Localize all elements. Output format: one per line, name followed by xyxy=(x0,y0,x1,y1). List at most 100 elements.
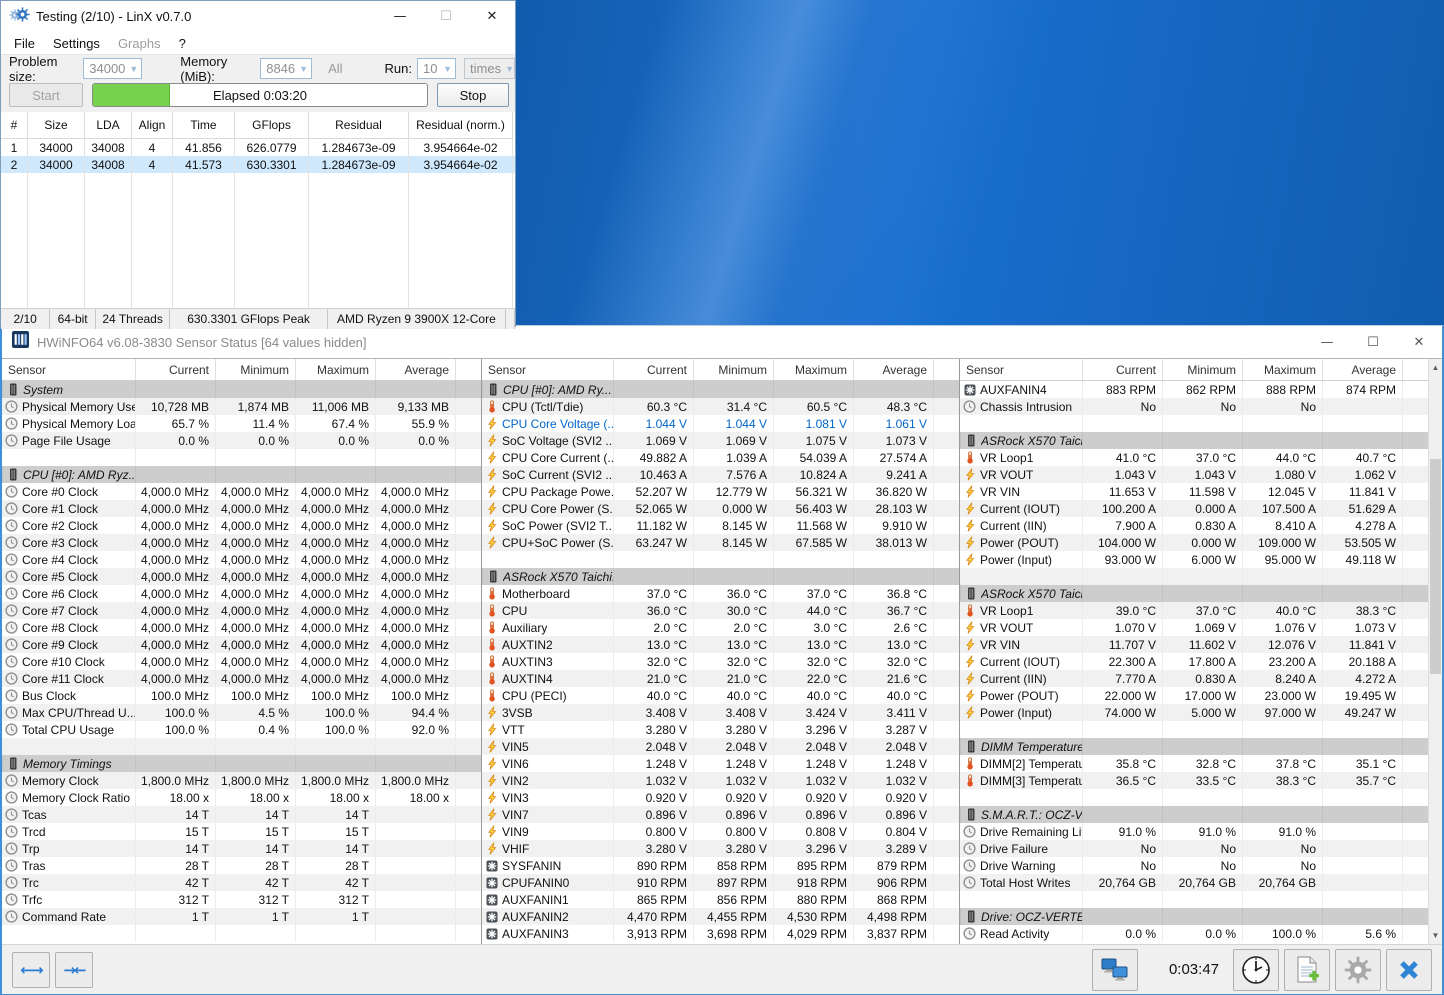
sensor-section-row[interactable]: ASRock X570 Taichi... xyxy=(482,568,959,585)
sensor-row[interactable]: Core #7 Clock4,000.0 MHz4,000.0 MHz4,000… xyxy=(2,602,481,619)
sensor-row[interactable]: Core #8 Clock4,000.0 MHz4,000.0 MHz4,000… xyxy=(2,619,481,636)
column-header-sensor[interactable]: Sensor xyxy=(960,359,1082,380)
sensor-row[interactable]: Max CPU/Thread U...100.0 %4.5 %100.0 %94… xyxy=(2,704,481,721)
sensor-row[interactable]: CPU Core Current (...49.882 A1.039 A54.0… xyxy=(482,449,959,466)
sensor-row[interactable]: Core #5 Clock4,000.0 MHz4,000.0 MHz4,000… xyxy=(2,568,481,585)
close-sensors-button[interactable] xyxy=(1386,949,1432,991)
close-button[interactable]: ✕ xyxy=(469,1,515,32)
sensor-row[interactable]: Trc42 T42 T42 T xyxy=(2,874,481,891)
sensor-row[interactable]: Trfc312 T312 T312 T xyxy=(2,891,481,908)
sensor-row[interactable]: VR VOUT1.070 V1.069 V1.076 V1.073 V xyxy=(960,619,1428,636)
clock-button[interactable] xyxy=(1233,949,1279,991)
minimize-button[interactable]: — xyxy=(377,1,423,32)
sensor-row[interactable]: VIN21.032 V1.032 V1.032 V1.032 V xyxy=(482,772,959,789)
sensor-row[interactable]: Core #1 Clock4,000.0 MHz4,000.0 MHz4,000… xyxy=(2,500,481,517)
column-header[interactable]: Align xyxy=(132,112,173,139)
column-header[interactable]: GFlops xyxy=(235,112,309,139)
column-header[interactable]: # xyxy=(1,112,28,139)
sensor-row[interactable]: Total CPU Usage100.0 %0.4 %100.0 %92.0 % xyxy=(2,721,481,738)
column-header[interactable]: Residual xyxy=(309,112,409,139)
sensor-row[interactable]: AUXFANIN24,470 RPM4,455 RPM4,530 RPM4,49… xyxy=(482,908,959,925)
sensor-row[interactable]: CPU Core Voltage (...1.044 V1.044 V1.081… xyxy=(482,415,959,432)
sensor-row[interactable]: Trcd15 T15 T15 T xyxy=(2,823,481,840)
sensor-section-row[interactable]: Memory Timings xyxy=(2,755,481,772)
sensor-row[interactable]: Total Host Writes20,764 GB20,764 GB20,76… xyxy=(960,874,1428,891)
sensor-row[interactable]: CPU+SoC Power (S...63.247 W8.145 W67.585… xyxy=(482,534,959,551)
table-row[interactable]: 13400034008441.856626.07791.284673e-093.… xyxy=(1,139,515,156)
sensor-row[interactable]: Command Rate1 T1 T1 T xyxy=(2,908,481,925)
sensor-row[interactable]: VR VIN11.707 V11.602 V12.076 V11.841 V xyxy=(960,636,1428,653)
sensor-row[interactable]: Power (Input)74.000 W5.000 W97.000 W49.2… xyxy=(960,704,1428,721)
menu-item-graphs[interactable]: Graphs xyxy=(109,36,170,51)
settings-gear-button[interactable] xyxy=(1335,949,1381,991)
sensor-section-row[interactable]: System xyxy=(2,381,481,398)
sensor-row[interactable]: Chassis IntrusionNoNoNo xyxy=(960,398,1428,415)
linx-titlebar[interactable]: Testing (2/10) - LinX v0.7.0 — ☐ ✕ xyxy=(1,1,515,32)
stop-button[interactable]: Stop xyxy=(437,83,509,107)
sensor-row[interactable]: Core #2 Clock4,000.0 MHz4,000.0 MHz4,000… xyxy=(2,517,481,534)
column-header[interactable]: Time xyxy=(173,112,235,139)
column-header-sensor[interactable]: Sensor xyxy=(482,359,613,380)
column-header[interactable]: Size xyxy=(28,112,85,139)
column-header-current[interactable]: Current xyxy=(1082,359,1162,380)
scroll-up-arrow-icon[interactable]: ▲ xyxy=(1429,359,1442,376)
sensor-row[interactable]: Power (POUT)104.000 W0.000 W109.000 W53.… xyxy=(960,534,1428,551)
sensor-section-row[interactable]: CPU [#0]: AMD Ry... xyxy=(482,381,959,398)
sensor-row[interactable]: Power (POUT)22.000 W17.000 W23.000 W19.4… xyxy=(960,687,1428,704)
sensor-row[interactable]: Memory Clock Ratio18.00 x18.00 x18.00 x1… xyxy=(2,789,481,806)
minimize-button[interactable]: — xyxy=(1304,326,1350,358)
sensor-row[interactable]: CPU Core Power (S...52.065 W0.000 W56.40… xyxy=(482,500,959,517)
hwinfo-titlebar[interactable]: HWiNFO64 v6.08-3830 Sensor Status [64 va… xyxy=(2,326,1442,358)
sensor-row[interactable]: Drive FailureNoNoNo xyxy=(960,840,1428,857)
remote-monitoring-button[interactable] xyxy=(1092,949,1138,991)
sensor-row[interactable]: Physical Memory Used10,728 MB1,874 MB11,… xyxy=(2,398,481,415)
sensor-row[interactable]: Power (Input)93.000 W6.000 W95.000 W49.1… xyxy=(960,551,1428,568)
sensor-row[interactable]: Core #10 Clock4,000.0 MHz4,000.0 MHz4,00… xyxy=(2,653,481,670)
sensor-row[interactable]: Drive WarningNoNoNo xyxy=(960,857,1428,874)
sensor-row[interactable]: Drive Remaining Life91.0 %91.0 %91.0 % xyxy=(960,823,1428,840)
sensor-row[interactable]: VR VIN11.653 V11.598 V12.045 V11.841 V xyxy=(960,483,1428,500)
sensor-row[interactable]: AUXFANIN33,913 RPM3,698 RPM4,029 RPM3,83… xyxy=(482,925,959,942)
sensor-section-row[interactable]: ASRock X570 Taichi ... xyxy=(960,432,1428,449)
column-header-maximum[interactable]: Maximum xyxy=(1242,359,1322,380)
problem-size-combobox[interactable]: 34000 ▼ xyxy=(83,58,142,79)
column-header-minimum[interactable]: Minimum xyxy=(693,359,773,380)
close-button[interactable]: ✕ xyxy=(1396,326,1442,358)
sensor-row[interactable]: 3VSB3.408 V3.408 V3.424 V3.411 V xyxy=(482,704,959,721)
collapse-columns-button[interactable]: →← xyxy=(55,952,93,988)
column-header-maximum[interactable]: Maximum xyxy=(295,359,375,380)
sensor-row[interactable]: Core #11 Clock4,000.0 MHz4,000.0 MHz4,00… xyxy=(2,670,481,687)
sensor-row[interactable]: SoC Current (SVI2 ...10.463 A7.576 A10.8… xyxy=(482,466,959,483)
sensor-row[interactable]: VIN70.896 V0.896 V0.896 V0.896 V xyxy=(482,806,959,823)
sensor-row[interactable]: VR VOUT1.043 V1.043 V1.080 V1.062 V xyxy=(960,466,1428,483)
sensor-row[interactable]: Core #9 Clock4,000.0 MHz4,000.0 MHz4,000… xyxy=(2,636,481,653)
sensor-row[interactable]: VIN90.800 V0.800 V0.808 V0.804 V xyxy=(482,823,959,840)
sensor-row[interactable]: Bus Clock100.0 MHz100.0 MHz100.0 MHz100.… xyxy=(2,687,481,704)
times-combobox[interactable]: times ▼ xyxy=(464,58,515,79)
column-header-minimum[interactable]: Minimum xyxy=(215,359,295,380)
sensor-row[interactable]: Trp14 T14 T14 T xyxy=(2,840,481,857)
expand-columns-button[interactable]: ←→ xyxy=(12,952,50,988)
column-header-minimum[interactable]: Minimum xyxy=(1162,359,1242,380)
sensor-row[interactable]: Current (IIN)7.900 A0.830 A8.410 A4.278 … xyxy=(960,517,1428,534)
sensor-section-row[interactable]: S.M.A.R.T.: OCZ-VE... xyxy=(960,806,1428,823)
sensor-section-row[interactable]: ASRock X570 Taichi ... xyxy=(960,585,1428,602)
sensor-row[interactable]: Physical Memory Load65.7 %11.4 %67.4 %55… xyxy=(2,415,481,432)
maximize-button[interactable]: ☐ xyxy=(1350,326,1396,358)
sensor-row[interactable]: Read Activity0.0 %0.0 %100.0 %5.6 % xyxy=(960,925,1428,942)
sensor-row[interactable]: Current (IOUT)22.300 A17.800 A23.200 A20… xyxy=(960,653,1428,670)
scroll-down-arrow-icon[interactable]: ▼ xyxy=(1429,927,1442,944)
sensor-row[interactable]: SoC Power (SVI2 T...11.182 W8.145 W11.56… xyxy=(482,517,959,534)
sensor-row[interactable]: Motherboard37.0 °C36.0 °C37.0 °C36.8 °C xyxy=(482,585,959,602)
column-header-sensor[interactable]: Sensor xyxy=(2,359,135,380)
sensor-section-row[interactable]: Drive: OCZ-VERTEX... xyxy=(960,908,1428,925)
sensor-row[interactable]: VR Loop141.0 °C37.0 °C44.0 °C40.7 °C xyxy=(960,449,1428,466)
sensor-row[interactable]: Tras28 T28 T28 T xyxy=(2,857,481,874)
sensor-row[interactable]: AUXTIN421.0 °C21.0 °C22.0 °C21.6 °C xyxy=(482,670,959,687)
sensor-row[interactable]: AUXTIN213.0 °C13.0 °C13.0 °C13.0 °C xyxy=(482,636,959,653)
vertical-scrollbar[interactable]: ▲ ▼ xyxy=(1428,359,1442,944)
sensor-row[interactable]: Core #0 Clock4,000.0 MHz4,000.0 MHz4,000… xyxy=(2,483,481,500)
column-header-current[interactable]: Current xyxy=(613,359,693,380)
menu-item-settings[interactable]: Settings xyxy=(44,36,109,51)
run-combobox[interactable]: 10 ▼ xyxy=(417,58,456,79)
